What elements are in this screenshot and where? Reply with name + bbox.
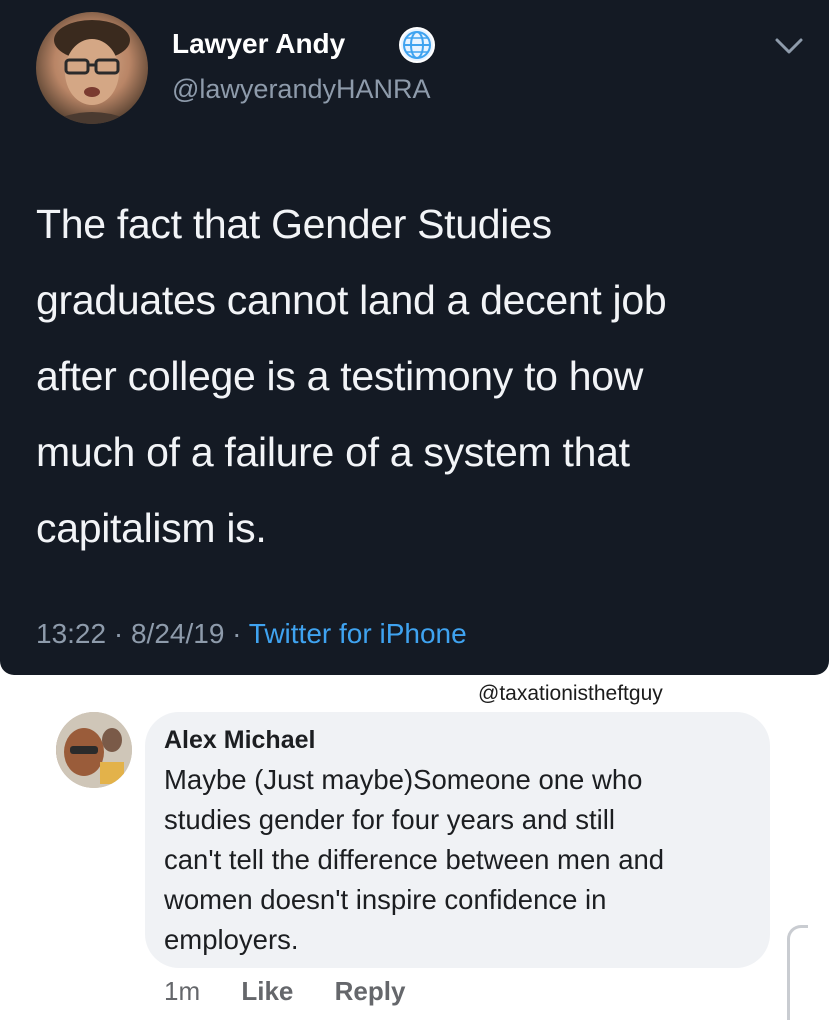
tweet-card: Lawyer Andy @lawyerandyHANRA The fact th… [0,0,829,675]
watermark: @taxationistheftguy [478,682,663,705]
avatar-photo [46,20,138,124]
like-button[interactable]: Like [241,976,293,1006]
commenter-avatar-photo [56,712,132,788]
tweet-text-line: The fact that Gender Studies [36,201,552,247]
tweet-text-line: graduates cannot land a decent job [36,277,667,323]
globe-icon [399,27,435,63]
comment-text: Maybe (Just maybe)Someone one who studie… [164,760,764,960]
comment-author-name[interactable]: Alex Michael [164,726,315,755]
tweet-text: The fact that Gender Studies graduates c… [36,186,816,566]
comment-text-line: Maybe (Just maybe)Someone one who [164,764,643,795]
meta-separator: · [224,618,249,649]
thread-connector-line [787,925,808,1020]
author-name[interactable]: Lawyer Andy [172,28,345,60]
reply-button[interactable]: Reply [335,976,406,1006]
commenter-avatar[interactable] [56,712,132,788]
author-avatar[interactable] [36,12,148,124]
tweet-text-line: after college is a testimony to how [36,353,644,399]
author-handle[interactable]: @lawyerandyHANRA [172,74,431,105]
comment-actions: 1m Like Reply [164,976,439,1007]
comment-text-line: can't tell the difference between men an… [164,844,665,875]
tweet-meta: 13:22 · 8/24/19 · Twitter for iPhone [36,618,467,650]
comment-text-line: studies gender for four years and still [164,804,615,835]
tweet-text-line: much of a failure of a system that [36,429,630,475]
tweet-date[interactable]: 8/24/19 [131,618,224,649]
comment-text-line: women doesn't inspire confidence in [164,884,607,915]
chevron-down-icon[interactable] [774,36,804,56]
tweet-text-line: capitalism is. [36,505,267,551]
comment-text-line: employers. [164,924,299,955]
comment-age: 1m [164,976,201,1006]
tweet-time[interactable]: 13:22 [36,618,106,649]
meta-separator: · [106,618,131,649]
tweet-source-link[interactable]: Twitter for iPhone [249,618,467,649]
